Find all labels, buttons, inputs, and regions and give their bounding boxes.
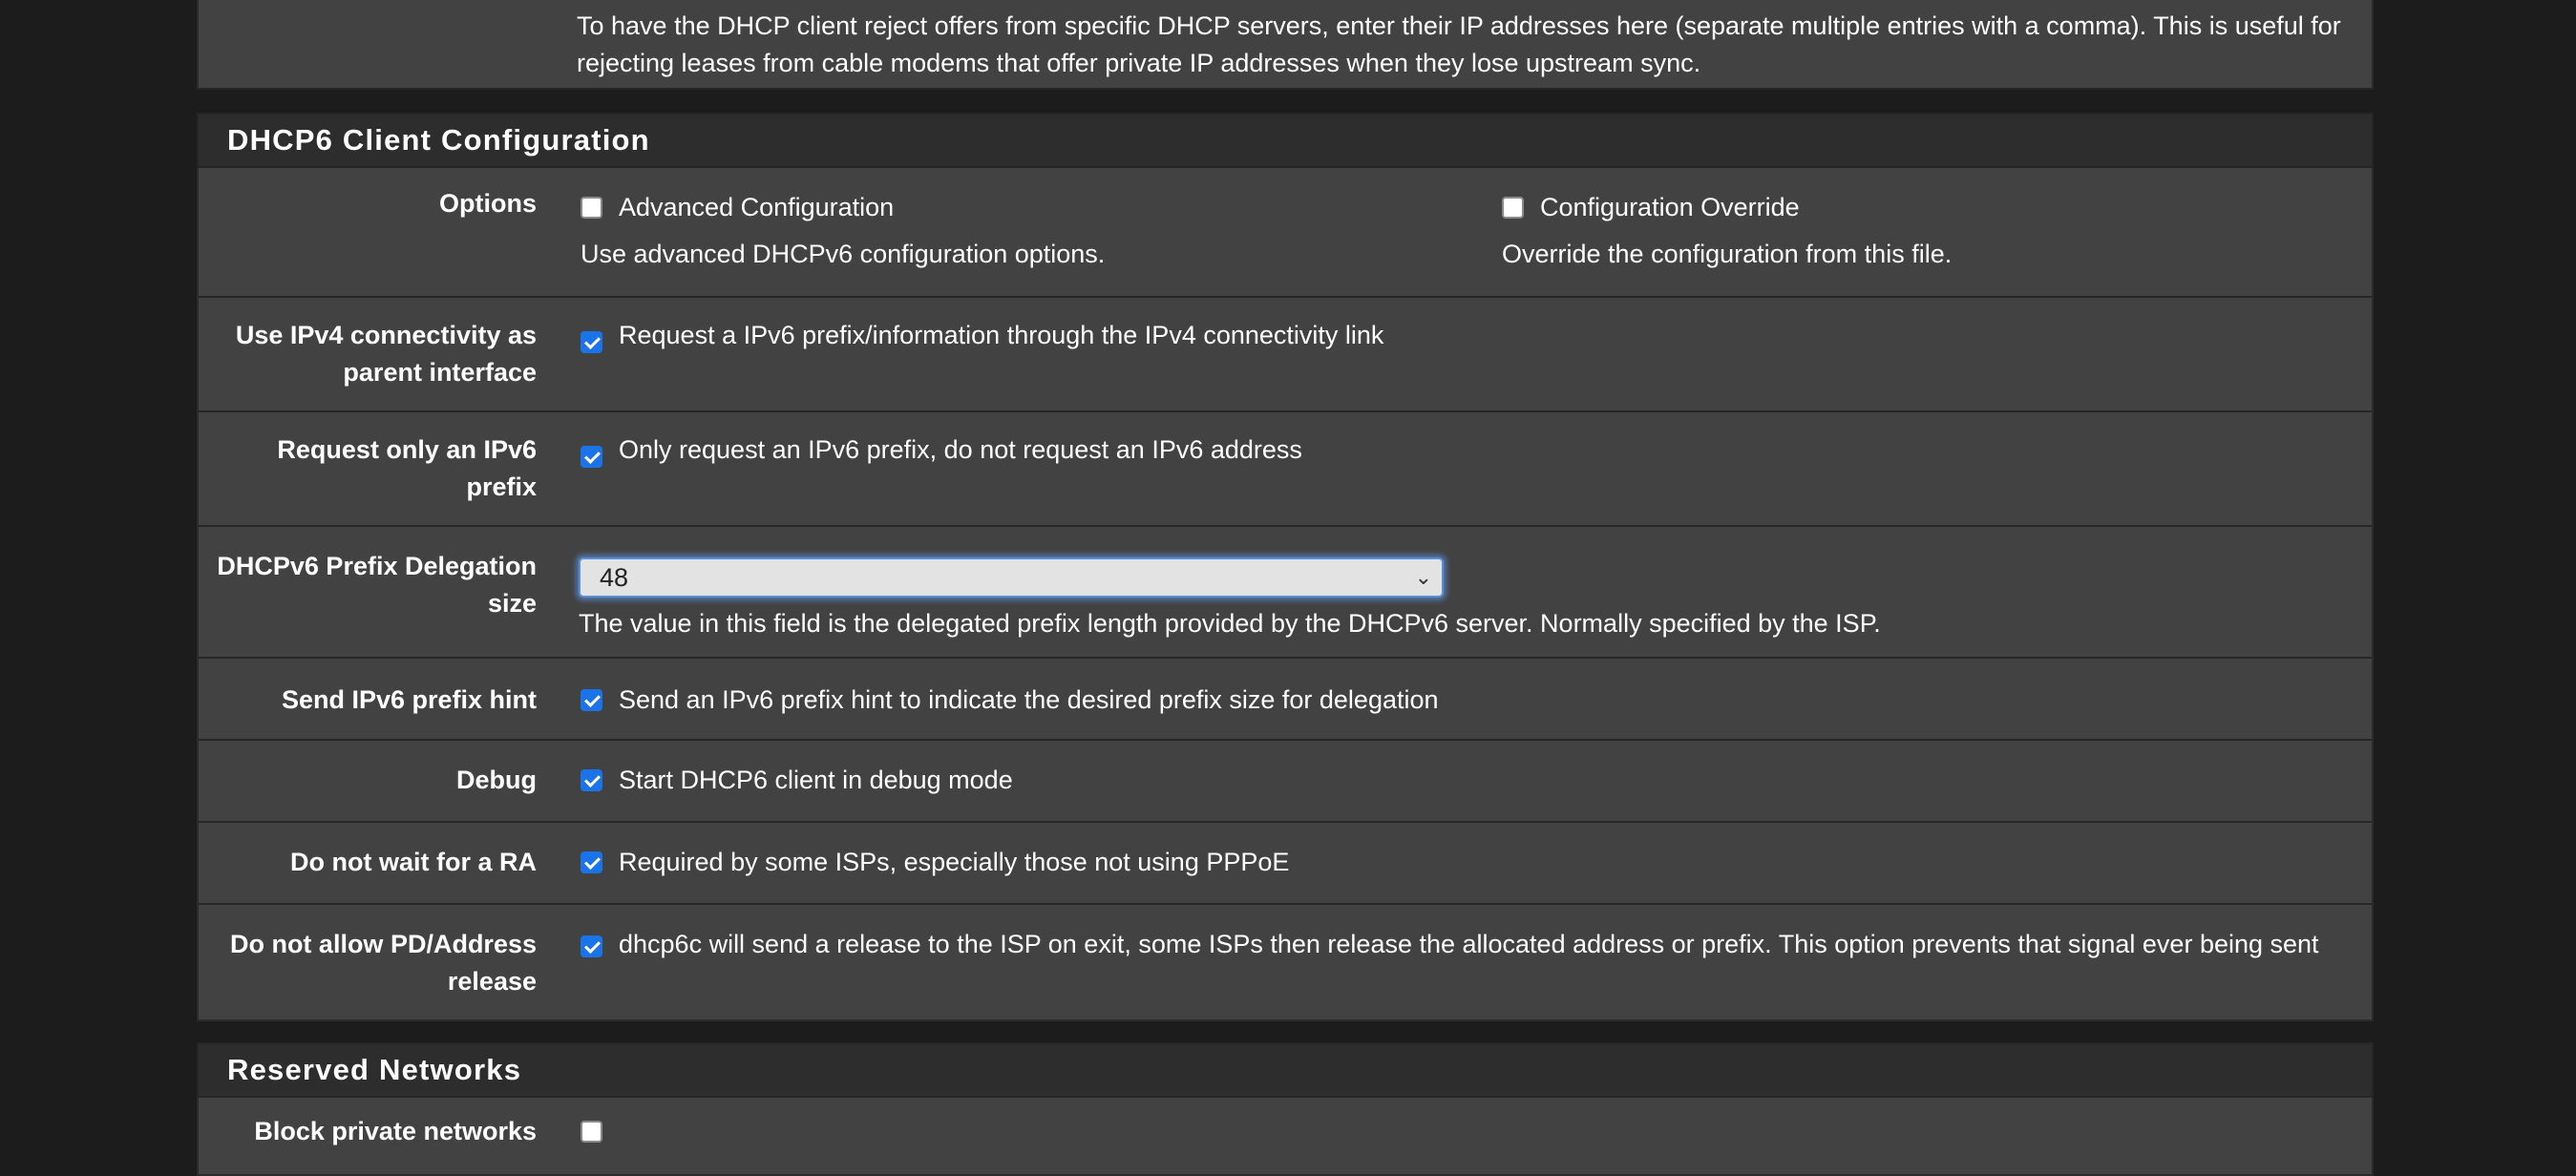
prefix-only-text: Only request an IPv6 prefix, do not requ… [619,435,1302,464]
block-private-checkbox[interactable] [581,1121,602,1143]
prefix-only-label: Request only an IPv6 prefix [277,435,537,501]
configuration-override-label: Configuration Override [1540,193,1800,221]
no-ra-row: Do not wait for a RA Required by some IS… [199,821,2372,903]
configuration-override-checkbox[interactable] [1502,197,1524,219]
advanced-configuration-label: Advanced Configuration [619,193,895,221]
no-release-text: dhcp6c will send a release to the ISP on… [619,930,2319,958]
pd-size-value: 48 [600,563,629,592]
no-ra-label: Do not wait for a RA [290,848,537,876]
no-ra-text: Required by some ISPs, especially those … [619,848,1290,876]
ipv4-parent-row: Use IPv4 connectivity as parent interfac… [199,296,2372,410]
reserved-panel-body: Block private networks [197,1098,2374,1176]
prefix-only-row: Request only an IPv6 prefix Only request… [199,410,2372,525]
dhcp-reject-help-block: To have the DHCP client reject offers fr… [197,0,2374,90]
block-private-label: Block private networks [254,1117,537,1145]
debug-text: Start DHCP6 client in debug mode [619,766,1013,794]
pd-size-label: DHCPv6 Prefix Delegation size [217,552,537,618]
chevron-down-icon: ⌄ [1414,565,1432,589]
dhcp6-panel-body: Options Advanced Configuration Use advan… [197,168,2374,1021]
debug-label: Debug [456,766,537,794]
debug-checkbox[interactable] [581,769,602,791]
configuration-override-help: Override the configuration from this fil… [1502,240,1953,268]
dhcp-reject-help-text: To have the DHCP client reject offers fr… [577,11,2341,77]
block-private-row: Block private networks [199,1098,2372,1174]
prefix-hint-text: Send an IPv6 prefix hint to indicate the… [619,685,1439,714]
no-release-label: Do not allow PD/Address release [229,930,537,996]
pd-size-help: The value in this field is the delegated… [579,609,1881,638]
options-row: Options Advanced Configuration Use advan… [199,168,2372,296]
advanced-configuration-checkbox[interactable] [581,197,602,219]
pd-size-select[interactable]: 48 ⌄ [579,557,1444,598]
prefix-hint-row: Send IPv6 prefix hint Send an IPv6 prefi… [199,657,2372,739]
no-ra-checkbox[interactable] [581,851,602,873]
ipv4-parent-checkbox[interactable] [581,331,602,353]
no-release-checkbox[interactable] [581,935,602,957]
reserved-panel-heading: Reserved Networks [197,1042,2374,1098]
debug-row: Debug Start DHCP6 client in debug mode [199,739,2372,821]
dhcp6-panel-heading: DHCP6 Client Configuration [197,113,2374,168]
ipv4-parent-text: Request a IPv6 prefix/information throug… [619,321,1384,349]
advanced-configuration-help: Use advanced DHCPv6 configuration option… [581,240,1106,268]
prefix-hint-label: Send IPv6 prefix hint [281,685,537,714]
prefix-hint-checkbox[interactable] [581,689,602,711]
options-label: Options [439,189,537,218]
page-container: To have the DHCP client reject offers fr… [197,0,2374,1176]
no-release-row: Do not allow PD/Address release dhcp6c w… [199,903,2372,1019]
prefix-only-checkbox[interactable] [581,446,602,468]
ipv4-parent-label: Use IPv4 connectivity as parent interfac… [235,321,537,387]
pd-size-row: DHCPv6 Prefix Delegation size 48 ⌄ The v… [199,525,2372,657]
